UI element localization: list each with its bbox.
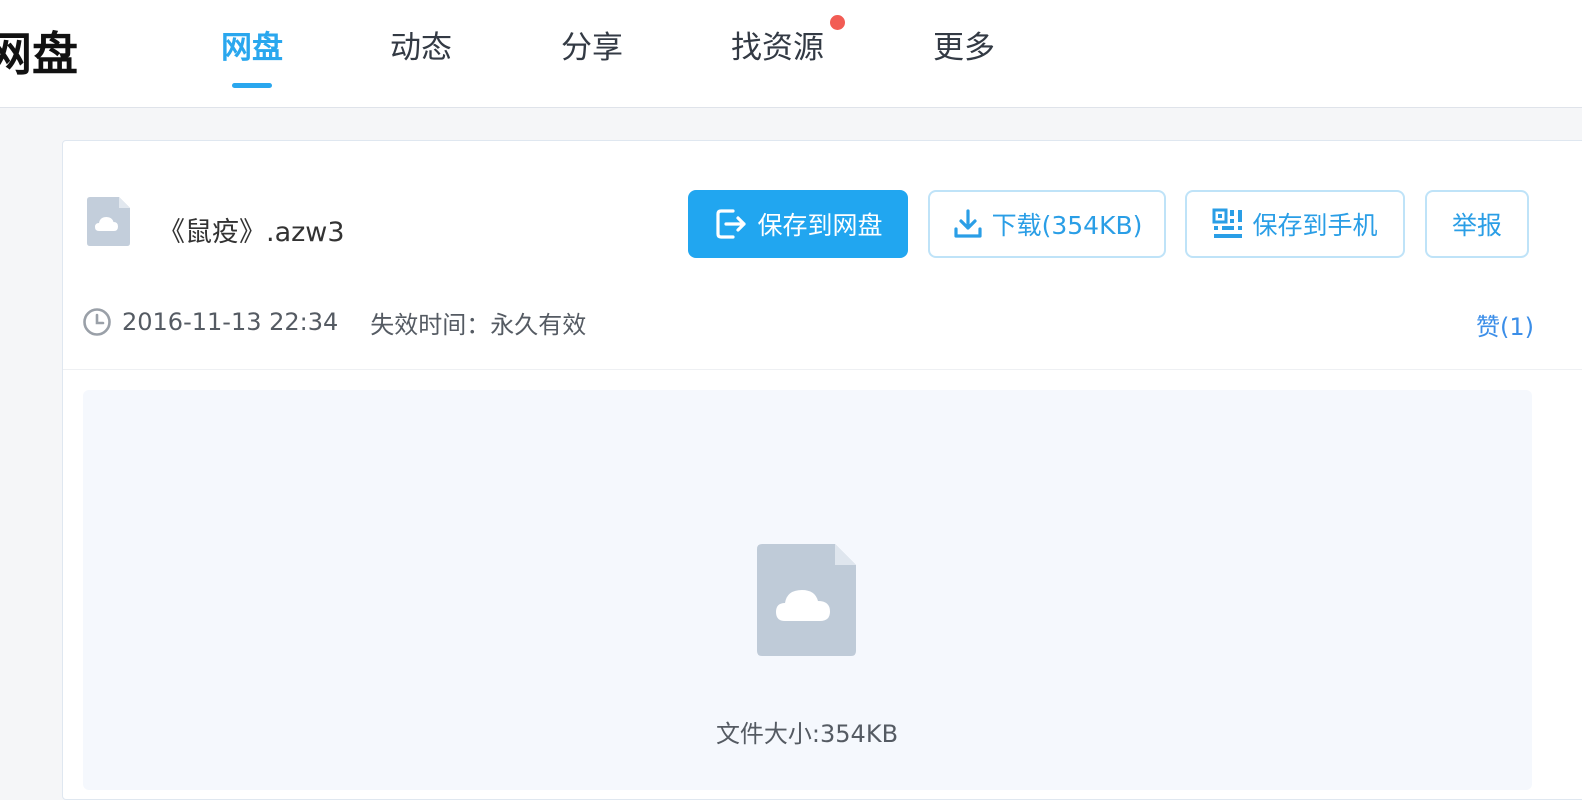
save-to-disk-icon bbox=[716, 209, 747, 239]
active-tab-indicator bbox=[232, 83, 272, 88]
qr-code-icon bbox=[1212, 208, 1243, 238]
share-date: 2016-11-13 22:34 bbox=[122, 308, 339, 336]
cloud-file-icon bbox=[757, 544, 856, 656]
report-button[interactable]: 举报 bbox=[1425, 190, 1529, 258]
top-navigation-bar: 网盘 网盘 动态 分享 找资源 更多 bbox=[0, 0, 1582, 108]
download-label: 下载(354KB) bbox=[991, 211, 1143, 240]
like-link[interactable]: 赞(1) bbox=[1476, 307, 1534, 342]
divider bbox=[63, 369, 1582, 370]
nav-tab-find-resources[interactable]: 找资源 bbox=[731, 22, 824, 67]
notification-dot bbox=[830, 15, 845, 30]
file-meta-row: 2016-11-13 22:34 失效时间：永久有效 bbox=[82, 305, 586, 339]
save-to-disk-button[interactable]: 保存到网盘 bbox=[688, 190, 908, 258]
cloud-file-icon bbox=[87, 197, 130, 246]
download-icon bbox=[954, 209, 982, 238]
save-to-phone-label: 保存到手机 bbox=[1252, 211, 1378, 240]
nav-tab-more[interactable]: 更多 bbox=[933, 22, 995, 67]
nav-tab-netdisk[interactable]: 网盘 bbox=[221, 22, 283, 67]
save-to-disk-label: 保存到网盘 bbox=[757, 211, 883, 240]
save-to-phone-button[interactable]: 保存到手机 bbox=[1185, 190, 1405, 258]
clock-icon bbox=[83, 308, 111, 336]
file-size: 文件大小:354KB bbox=[715, 720, 899, 748]
download-button[interactable]: 下载(354KB) bbox=[928, 190, 1166, 258]
file-name: 《鼠疫》.azw3 bbox=[158, 217, 345, 248]
nav-tab-feed[interactable]: 动态 bbox=[390, 22, 452, 67]
nav-tab-share[interactable]: 分享 bbox=[561, 22, 623, 67]
expire-time: 失效时间：永久有效 bbox=[370, 310, 587, 339]
site-logo[interactable]: 网盘 bbox=[0, 18, 78, 84]
